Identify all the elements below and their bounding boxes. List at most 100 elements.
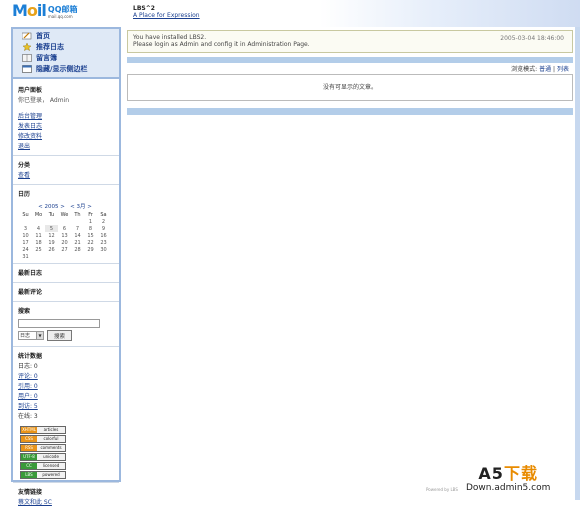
friend-links-title: 友情链接 <box>13 482 119 498</box>
stat-online: 在线: 3 <box>18 413 38 420</box>
nav-item-recommended[interactable]: 推荐日志 <box>13 41 119 52</box>
calendar-day[interactable]: 14 <box>71 232 84 239</box>
login-status: 你已登录， Admin <box>18 97 70 104</box>
badge-unicode[interactable]: UTF-8 unicode <box>20 453 66 461</box>
badge-right: colorful <box>37 436 65 442</box>
calendar-day[interactable]: 29 <box>84 246 97 253</box>
calendar-header: < 2005 > < 3月 > <box>19 202 111 210</box>
calendar-day[interactable]: 26 <box>45 246 58 253</box>
nav-item-guestbook[interactable]: 留言簿 <box>13 52 119 63</box>
nav-item-toggle-sidebar[interactable]: 隐藏/显示侧边栏 <box>13 63 119 74</box>
calendar-day[interactable]: 8 <box>84 225 97 232</box>
calendar-weekday: Su <box>22 211 29 218</box>
install-notice: You have installed LBS2. Please login as… <box>127 30 573 53</box>
calendar-day[interactable]: 17 <box>19 239 32 246</box>
friend-link[interactable]: 蔡文和此 SC <box>18 499 52 506</box>
calendar-day[interactable]: 15 <box>84 232 97 239</box>
badge-right: powered <box>37 472 65 478</box>
calendar-day[interactable]: 5 <box>45 225 58 232</box>
badge-left: XHTML <box>21 427 37 433</box>
calendar-weekday: Tu <box>48 211 55 218</box>
badge-colorful[interactable]: CSS colorful <box>20 435 66 443</box>
calendar-year: 2005 <box>44 204 59 210</box>
nav-item-home[interactable]: 首页 <box>13 30 119 41</box>
calendar-day[interactable]: 25 <box>32 246 45 253</box>
site-tagline-link[interactable]: A Place for Expression <box>133 12 200 19</box>
calendar-day <box>32 218 45 225</box>
stat-comments[interactable]: 评论: 0 <box>18 373 38 380</box>
view-mode-list[interactable]: 列表 <box>557 66 569 73</box>
stats-title: 统计数据 <box>13 346 119 362</box>
calendar-day[interactable]: 30 <box>97 246 110 253</box>
stat-users[interactable]: 用户: 0 <box>18 393 38 400</box>
calendar-weekday: Th <box>74 211 81 218</box>
badge-licensed[interactable]: CC licensed <box>20 462 66 470</box>
search-button[interactable]: 搜索 <box>47 330 73 341</box>
calendar-day[interactable]: 13 <box>58 232 71 239</box>
calendar-day[interactable]: 23 <box>97 239 110 246</box>
badge-left: LBS <box>21 472 37 478</box>
calendar-day[interactable]: 31 <box>19 253 32 260</box>
calendar-day[interactable]: 20 <box>58 239 71 246</box>
badge-right: unicode <box>37 454 65 460</box>
calendar-day[interactable]: 21 <box>71 239 84 246</box>
empty-articles-message: 没有可显示的文章。 <box>127 74 573 101</box>
calendar-next-year[interactable]: > <box>60 204 65 210</box>
category-view-link[interactable]: 查看 <box>18 172 30 179</box>
calendar-grid: Su Mo Tu We Th Fr Sa 1 2 3 4 5 6 7 8 9 10 11 12 13 14 15 16 17… <box>19 211 110 260</box>
header: Moil QQ邮箱 mail.qq.com LBS^2 A Place for … <box>0 0 580 27</box>
calendar-day <box>45 253 58 260</box>
link-new-post[interactable]: 发表日志 <box>18 123 42 130</box>
calendar-day[interactable]: 1 <box>84 218 97 225</box>
calendar-day[interactable]: 19 <box>45 239 58 246</box>
calendar-day[interactable]: 11 <box>32 232 45 239</box>
badge-powered[interactable]: LBS powered <box>20 471 66 479</box>
watermark: A5下载 Down.admin5.com <box>466 464 551 494</box>
badge-left: UTF-8 <box>21 454 37 460</box>
calendar-day[interactable]: 16 <box>97 232 110 239</box>
main-content: You have installed LBS2. Please login as… <box>127 30 573 115</box>
calendar-day[interactable]: 4 <box>32 225 45 232</box>
badge-right: articles <box>37 427 65 433</box>
view-mode-normal[interactable]: 普通 <box>539 66 551 73</box>
view-mode-switch: 浏览模式: 普通 | 列表 <box>511 66 569 73</box>
calendar-day[interactable]: 28 <box>71 246 84 253</box>
link-edit-profile[interactable]: 修改资料 <box>18 133 42 140</box>
calendar-day <box>58 218 71 225</box>
calendar-weekday: Sa <box>100 211 107 218</box>
calendar-weekday: Mo <box>34 211 43 218</box>
star-icon <box>22 42 32 51</box>
calendar-day[interactable]: 22 <box>84 239 97 246</box>
calendar-day[interactable]: 6 <box>58 225 71 232</box>
calendar-day[interactable]: 24 <box>19 246 32 253</box>
badge-articles[interactable]: XHTML articles <box>20 426 66 434</box>
search-input[interactable] <box>18 319 100 328</box>
calendar-day[interactable]: 9 <box>97 225 110 232</box>
book-icon <box>22 53 32 62</box>
calendar-month: 3月 <box>76 204 86 210</box>
calendar-day[interactable]: 10 <box>19 232 32 239</box>
sidebar: 首页 推荐日志 留言簿 隐藏/显示侧边栏 用户面板 你已登录， Admin 后台… <box>11 27 121 506</box>
stat-entries: 日志: 0 <box>18 363 38 370</box>
calendar-day[interactable]: 7 <box>71 225 84 232</box>
notice-timestamp: 2005-03-04 18:46:00 <box>500 35 564 42</box>
link-admin[interactable]: 后台管理 <box>18 113 42 120</box>
calendar-day[interactable]: 3 <box>19 225 32 232</box>
calendar-next-month[interactable]: > <box>87 204 92 210</box>
calendar-day[interactable]: 12 <box>45 232 58 239</box>
calendar-day[interactable]: 27 <box>58 246 71 253</box>
calendar-title: 日历 <box>13 184 119 200</box>
calendar-day <box>97 253 110 260</box>
search-type-select[interactable]: 日志 ▼ <box>18 331 44 340</box>
user-panel-title: 用户面板 <box>18 87 43 94</box>
link-logout[interactable]: 退出 <box>18 143 30 150</box>
stat-visits[interactable]: 到访: 5 <box>18 403 38 410</box>
badge-comments[interactable]: RSS comments <box>20 444 66 452</box>
stat-trackbacks[interactable]: 引用: 0 <box>18 383 38 390</box>
calendar-prev-year[interactable]: < <box>38 204 43 210</box>
calendar-day[interactable]: 18 <box>32 239 45 246</box>
calendar-prev-month[interactable]: < <box>70 204 75 210</box>
calendar-day[interactable]: 2 <box>97 218 110 225</box>
notice-line1: You have installed LBS2. <box>133 34 207 41</box>
badge-left: CC <box>21 463 37 469</box>
